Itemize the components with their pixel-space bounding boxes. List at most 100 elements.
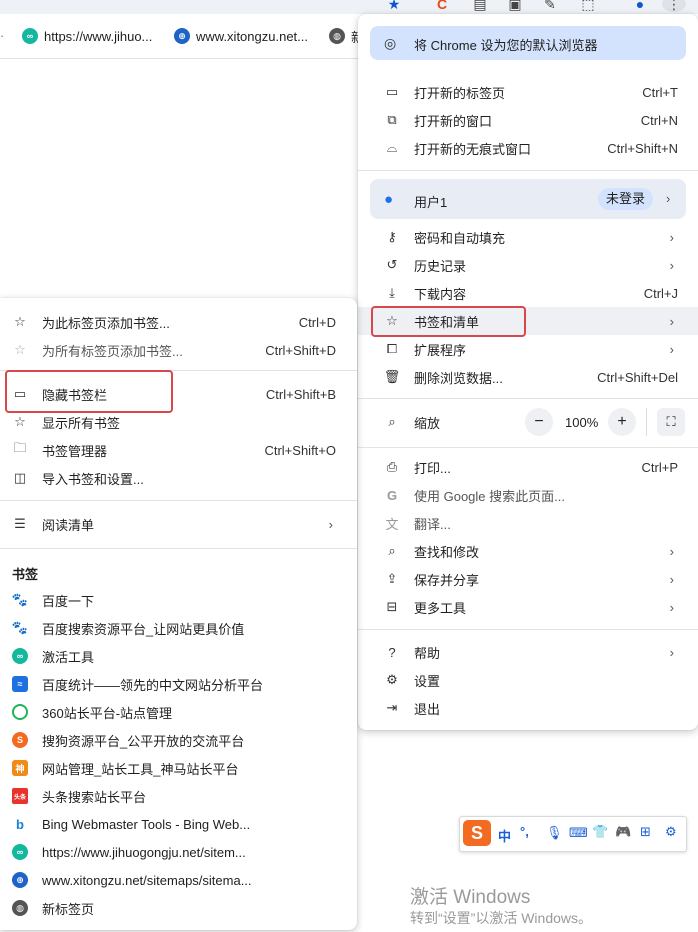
bookmark-item[interactable]: 🐾 百度一下 bbox=[0, 586, 357, 614]
import-bookmarks-item[interactable]: ◫ 导入书签和设置... bbox=[0, 464, 357, 492]
bookmark-item[interactable]: ∞ 激活工具 bbox=[0, 642, 357, 670]
bookmark-item[interactable]: 🐾 百度搜索资源平台_让网站更具价值 bbox=[0, 614, 357, 642]
add-all-bookmarks-item[interactable]: ☆ 为所有标签页添加书签... Ctrl+Shift+D bbox=[0, 336, 357, 364]
reading-list-icon: ☰ bbox=[14, 516, 26, 531]
baidu-favicon: 🐾 bbox=[11, 592, 29, 607]
bookmark-bar-item[interactable]: ∞ https://www.jihuo... bbox=[22, 14, 152, 58]
menu-settings[interactable]: ⚙ 设置 bbox=[358, 666, 698, 694]
bookmark-label: 头条搜索站长平台 bbox=[42, 789, 147, 805]
sogou-ime-logo[interactable]: S bbox=[463, 820, 491, 846]
fullscreen-icon[interactable]: ⛶ bbox=[657, 408, 685, 436]
menu-more-tools[interactable]: ⊟ 更多工具 › bbox=[358, 593, 698, 621]
menu-find[interactable]: ⌕ 查找和修改 › bbox=[358, 537, 698, 565]
bookmark-label: 新标签页 bbox=[42, 901, 95, 917]
bookmark-label: 激活工具 bbox=[42, 649, 95, 665]
bookmark-item[interactable]: S 搜狗资源平台_公平开放的交流平台 bbox=[0, 726, 357, 754]
menu-exit[interactable]: ⇥ 退出 bbox=[358, 694, 698, 722]
bookmark-item[interactable]: ∞ https://www.jihuogongju.net/sitem... bbox=[0, 838, 357, 866]
menu-incognito[interactable]: ⌓ 打开新的无痕式窗口 Ctrl+Shift+N bbox=[358, 134, 698, 162]
jihuo-favicon: ∞ bbox=[22, 28, 38, 44]
globe-icon: ◍ bbox=[12, 900, 28, 916]
menu-passwords[interactable]: ⚷ 密码和自动填充 › bbox=[358, 223, 698, 251]
skin-icon[interactable]: 👕 bbox=[592, 824, 608, 840]
set-default-browser-button[interactable]: ◎ 将 Chrome 设为您的默认浏览器 bbox=[370, 26, 686, 60]
reading-list-item[interactable]: ☰ 阅读清单 › bbox=[0, 510, 357, 538]
add-bookmark-item[interactable]: ☆ 为此标签页添加书签... Ctrl+D bbox=[0, 308, 357, 336]
bookmark-item[interactable]: ◍ 新标签页 bbox=[0, 894, 357, 922]
bookmark-item[interactable]: 头条 头条搜索站长平台 bbox=[0, 782, 357, 810]
extension-icon[interactable]: ⬚ bbox=[580, 0, 596, 12]
bookmark-label: 搜狗资源平台_公平开放的交流平台 bbox=[42, 733, 245, 749]
plus-icon: + bbox=[617, 413, 627, 430]
menu-label: 导入书签和设置... bbox=[42, 471, 144, 487]
activation-watermark-subtitle: 转到“设置”以激活 Windows。 bbox=[410, 910, 593, 926]
activation-watermark-title: 激活 Windows bbox=[410, 887, 531, 908]
toutiao-favicon: 头条 bbox=[12, 788, 28, 804]
bookmark-manager-item[interactable]: 🗀 书签管理器 Ctrl+Shift+O bbox=[0, 436, 357, 464]
menu-label: 显示所有书签 bbox=[42, 415, 121, 431]
document-icon[interactable]: ▤ bbox=[472, 0, 488, 12]
image-icon[interactable]: ▣ bbox=[507, 0, 523, 12]
menu-history[interactable]: ↺ 历史记录 › bbox=[358, 251, 698, 279]
menu-print[interactable]: ⎙ 打印... Ctrl+P bbox=[358, 453, 698, 481]
menu-downloads[interactable]: ⤓ 下载内容 Ctrl+J bbox=[358, 279, 698, 307]
browser-toolbar: ★ C ▤ ▣ ✎ ⬚ ● ⋮ bbox=[0, 0, 698, 14]
menu-label: 打开新的无痕式窗口 bbox=[414, 141, 532, 157]
bookmarks-submenu: ☆ 为此标签页添加书签... Ctrl+D ☆ 为所有标签页添加书签... Ct… bbox=[0, 298, 357, 930]
edit-icon[interactable]: ✎ bbox=[542, 0, 558, 12]
bookmark-item[interactable]: ⊕ www.xitongzu.net/sitemaps/sitema... bbox=[0, 866, 357, 894]
chevron-right-icon: › bbox=[669, 313, 674, 329]
zoom-out-button[interactable]: − bbox=[525, 408, 553, 436]
menu-translate[interactable]: 文 翻译... bbox=[358, 509, 698, 537]
show-all-bookmarks-item[interactable]: ☆ 显示所有书签 bbox=[0, 408, 357, 436]
ime-language-toggle[interactable]: 中 bbox=[498, 826, 511, 845]
menu-label: 更多工具 bbox=[414, 600, 467, 616]
gamepad-icon[interactable]: 🎮 bbox=[615, 824, 631, 840]
default-browser-label: 将 Chrome 设为您的默认浏览器 bbox=[414, 38, 598, 53]
menu-help[interactable]: ? 帮助 › bbox=[358, 638, 698, 666]
bookmark-label: 网站管理_站长工具_神马站长平台 bbox=[42, 761, 239, 777]
settings-icon[interactable]: ⚙ bbox=[665, 824, 677, 840]
menu-clear-data[interactable]: 🗑 删除浏览数据... Ctrl+Shift+Del bbox=[358, 363, 698, 391]
profile-icon[interactable]: ● bbox=[632, 0, 648, 12]
ime-punctuation-toggle[interactable]: °, bbox=[520, 824, 529, 839]
bookmark-item[interactable]: ≈ 百度统计——领先的中文网站分析平台 bbox=[0, 670, 357, 698]
c-logo-icon[interactable]: C bbox=[434, 0, 450, 12]
folder-icon: 🗀 bbox=[13, 440, 27, 455]
menu-extensions[interactable]: ⧠ 扩展程序 › bbox=[358, 335, 698, 363]
person-icon: ● bbox=[384, 191, 394, 208]
menu-new-tab[interactable]: ▭ 打开新的标签页 Ctrl+T bbox=[358, 78, 698, 106]
menu-label: 阅读清单 bbox=[42, 517, 95, 533]
keyboard-icon[interactable]: ⌨ bbox=[569, 825, 588, 841]
menu-shortcut: Ctrl+P bbox=[641, 459, 678, 475]
menu-label: 保存并分享 bbox=[414, 572, 480, 588]
translate-icon: 文 bbox=[385, 516, 399, 532]
section-title: 书签 bbox=[12, 567, 39, 582]
menu-label: 查找和修改 bbox=[414, 544, 480, 560]
bookmark-label: 360站长平台-站点管理 bbox=[42, 705, 173, 721]
more-vert-icon[interactable]: ⋮ bbox=[662, 0, 686, 12]
star-icon[interactable]: ★ bbox=[386, 0, 402, 12]
profile-row[interactable]: ● 用户1 未登录 › bbox=[370, 179, 686, 219]
bookmark-item[interactable]: b Bing Webmaster Tools - Bing Web... bbox=[0, 810, 357, 838]
microphone-icon[interactable]: 🎙 bbox=[546, 825, 563, 841]
menu-shortcut: Ctrl+Shift+N bbox=[607, 140, 678, 156]
divider bbox=[358, 629, 698, 630]
chevron-right-icon: › bbox=[669, 599, 674, 615]
chevron-right-icon: › bbox=[669, 543, 674, 559]
toolbox-grid-icon[interactable]: ⊞ bbox=[640, 824, 651, 840]
baidu-ziyuan-favicon: 🐾 bbox=[11, 620, 29, 635]
menu-new-window[interactable]: ⧉ 打开新的窗口 Ctrl+N bbox=[358, 106, 698, 134]
bookmark-bar-item[interactable]: ⊕ www.xitongzu.net... bbox=[174, 14, 308, 58]
menu-save-share[interactable]: ⇪ 保存并分享 › bbox=[358, 565, 698, 593]
bookmark-item[interactable]: 神 网站管理_站长工具_神马站长平台 bbox=[0, 754, 357, 782]
overflow-icon[interactable]: · bbox=[0, 28, 4, 43]
jihuo-favicon: ∞ bbox=[12, 844, 28, 860]
signin-status-badge: 未登录 bbox=[598, 188, 654, 210]
menu-shortcut: Ctrl+N bbox=[640, 112, 678, 128]
star-outline-icon: ☆ bbox=[14, 342, 26, 357]
minus-icon: − bbox=[534, 413, 544, 430]
bookmark-item[interactable]: 360站长平台-站点管理 bbox=[0, 698, 357, 726]
menu-google-search[interactable]: G 使用 Google 搜索此页面... bbox=[358, 481, 698, 509]
zoom-in-button[interactable]: + bbox=[608, 408, 636, 436]
